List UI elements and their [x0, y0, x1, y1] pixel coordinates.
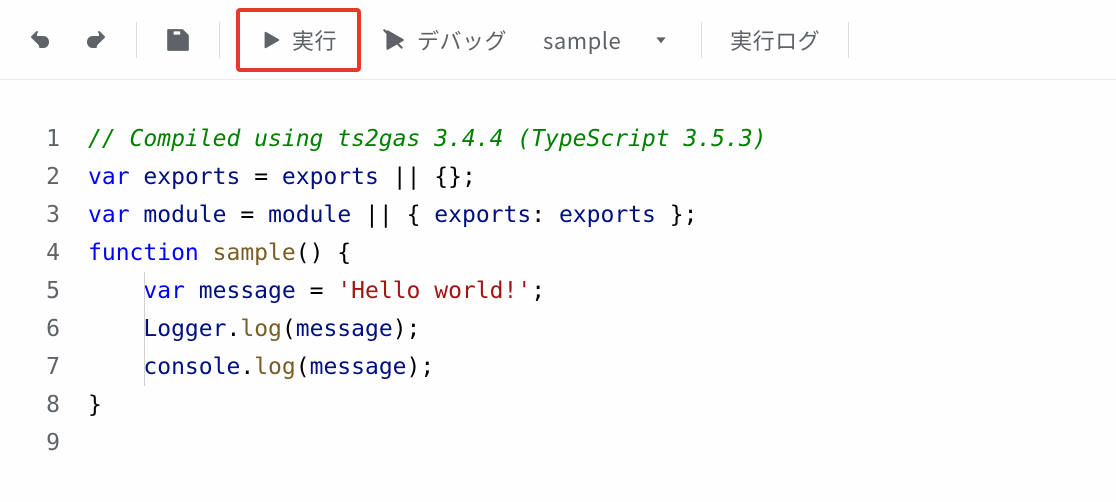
code-editor[interactable]: 123456789 // Compiled using ts2gas 3.4.4… [0, 80, 1116, 462]
play-icon [260, 29, 282, 51]
code-area: // Compiled using ts2gas 3.4.4 (TypeScri… [88, 120, 1116, 462]
line-number: 8 [0, 386, 60, 424]
code-line: var module = module || { exports: export… [88, 196, 1116, 234]
gutter: 123456789 [0, 120, 88, 462]
line-number: 5 [0, 272, 60, 310]
code-line [88, 424, 1116, 462]
line-number: 2 [0, 158, 60, 196]
save-button[interactable] [153, 16, 203, 64]
line-number: 7 [0, 348, 60, 386]
log-button[interactable]: 実行ログ [718, 16, 832, 64]
undo-icon [28, 28, 52, 52]
function-select[interactable]: sample [527, 16, 685, 64]
debug-label: デバッグ [417, 24, 507, 56]
debug-icon [381, 27, 407, 53]
function-selected: sample [543, 24, 621, 56]
line-number: 6 [0, 310, 60, 348]
save-icon [165, 27, 191, 53]
redo-icon [84, 28, 108, 52]
code-line: function sample() { [88, 234, 1116, 272]
divider [701, 22, 702, 58]
divider [219, 22, 220, 58]
code-line: console.log(message); [88, 348, 1116, 386]
log-label: 実行ログ [730, 24, 820, 56]
undo-button[interactable] [16, 16, 64, 64]
code-line: var message = 'Hello world!'; [88, 272, 1116, 310]
divider [848, 22, 849, 58]
divider [136, 22, 137, 58]
redo-button[interactable] [72, 16, 120, 64]
line-number: 4 [0, 234, 60, 272]
code-line: Logger.log(message); [88, 310, 1116, 348]
toolbar: 実行 デバッグ sample 実行ログ [0, 0, 1116, 80]
debug-button[interactable]: デバッグ [369, 16, 519, 64]
line-number: 1 [0, 120, 60, 158]
run-label: 実行 [292, 24, 337, 56]
code-line: } [88, 386, 1116, 424]
code-line: var exports = exports || {}; [88, 158, 1116, 196]
chevron-down-icon [653, 32, 669, 48]
code-line: // Compiled using ts2gas 3.4.4 (TypeScri… [88, 120, 1116, 158]
line-number: 3 [0, 196, 60, 234]
run-button[interactable]: 実行 [236, 8, 361, 72]
line-number: 9 [0, 424, 60, 462]
